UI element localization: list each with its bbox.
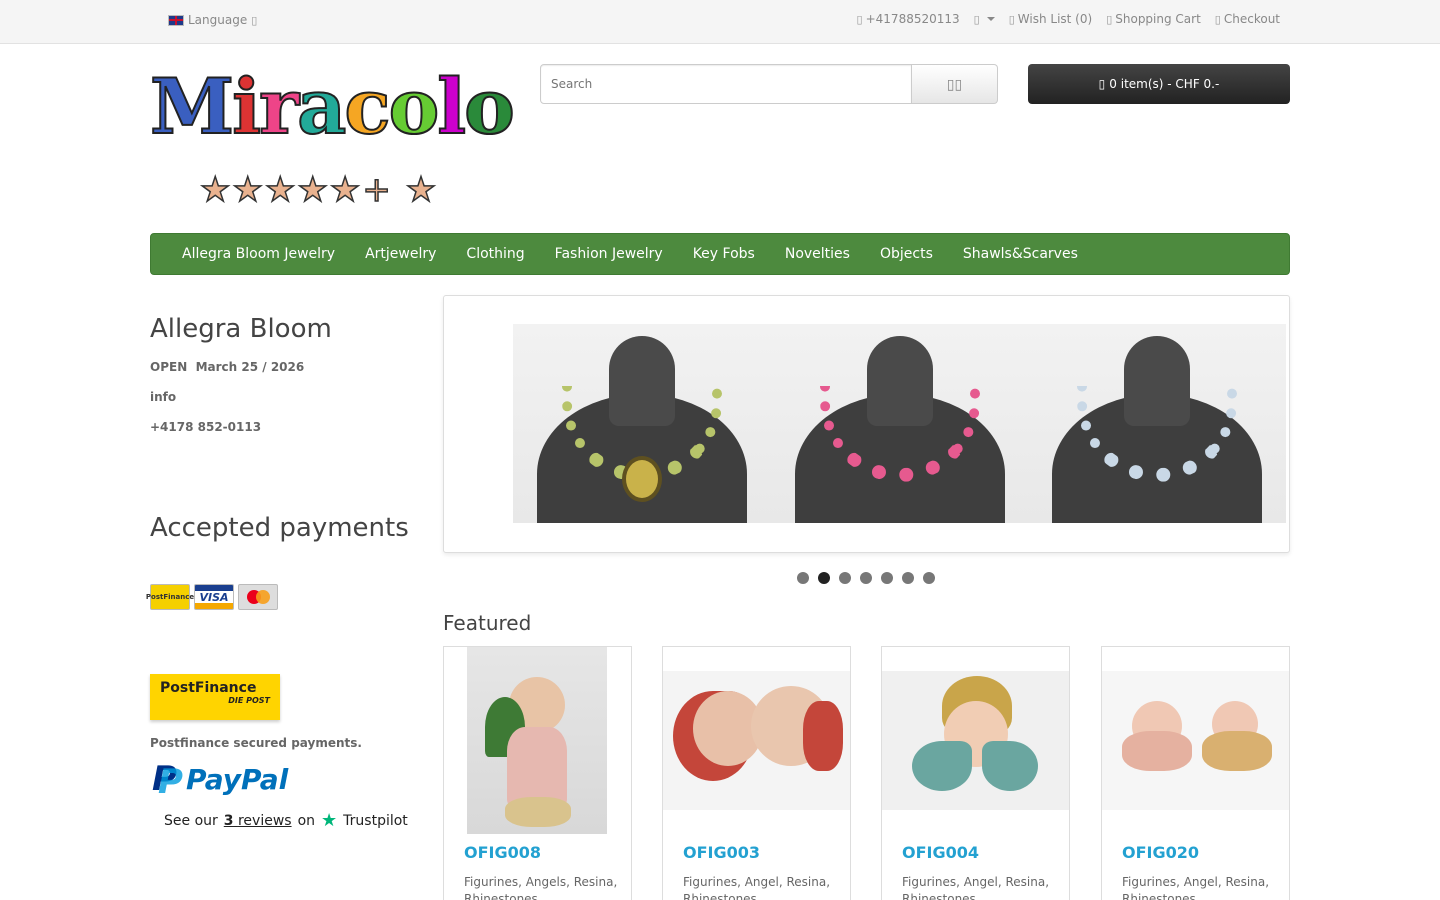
payment-cards: PostFinance VISA — [146, 584, 278, 610]
site-logo[interactable]: Miracolo ★★★★★+ ★ — [149, 61, 516, 222]
featured-title: Featured — [443, 611, 532, 635]
slider-dot[interactable] — [881, 572, 893, 584]
uk-flag-icon — [168, 14, 184, 26]
postfinance-logo-text: PostFinance — [160, 680, 257, 696]
top-nav: ▯ +41788520113 ▯ ▯ Wish List (0) ▯ Shopp… — [857, 12, 1280, 26]
account-dropdown[interactable]: ▯ — [974, 12, 995, 26]
search-input[interactable] — [540, 64, 912, 104]
slide-necklace-flowers — [770, 324, 1029, 523]
menu-item-artjewelry[interactable]: Artjewelry — [350, 246, 451, 262]
slider-dot-active[interactable] — [818, 572, 830, 584]
checkout-link[interactable]: ▯ Checkout — [1215, 12, 1280, 26]
slide-necklace-green — [513, 324, 771, 523]
store-phone: +4178 852-0113 — [150, 420, 262, 434]
postfinance-note: Postfinance secured payments. — [150, 736, 362, 750]
slider-dot[interactable] — [797, 572, 809, 584]
visa-card-icon: VISA — [194, 584, 234, 610]
top-bar: Language ▯ ▯ +41788520113 ▯ ▯ Wish List … — [0, 0, 1440, 44]
product-desc: Figurines, Angel, Resina, Rhinestones — [902, 875, 1050, 900]
menu-item-allegra-bloom-jewelry[interactable]: Allegra Bloom Jewelry — [167, 246, 350, 262]
slider-dot[interactable] — [923, 572, 935, 584]
paypal-icon: PP — [152, 759, 183, 802]
slider-images — [513, 324, 1287, 523]
menu-item-fashion-jewelry[interactable]: Fashion Jewelry — [540, 246, 678, 262]
product-image[interactable] — [467, 647, 607, 834]
postfinance-logo[interactable]: PostFinance DIE POST — [150, 674, 280, 720]
chevron-down-icon: ▯ — [251, 13, 258, 27]
product-image[interactable] — [1102, 671, 1289, 810]
trustpilot-reviews-link[interactable]: 3 reviews — [224, 813, 292, 829]
postfinance-card-icon: PostFinance — [146, 584, 194, 610]
product-card[interactable]: OFIG008 Figurines, Angels, Resina, Rhine… — [443, 646, 632, 900]
search-button[interactable]: ▯▯ — [912, 64, 998, 104]
open-date: OPEN March 25 / 2026 — [150, 360, 305, 374]
slider-dot[interactable] — [902, 572, 914, 584]
shopping-cart-label: Shopping Cart — [1115, 12, 1201, 26]
menu-item-novelties[interactable]: Novelties — [770, 246, 865, 262]
product-card[interactable]: OFIG020 Figurines, Angel, Resina, Rhines… — [1101, 646, 1290, 900]
store-title: Allegra Bloom — [150, 314, 332, 344]
logo-wordmark: Miracolo — [149, 61, 516, 152]
wishlist-link[interactable]: ▯ Wish List (0) — [1009, 12, 1092, 26]
image-slider[interactable] — [443, 295, 1290, 553]
phone-number: +41788520113 — [865, 12, 960, 26]
product-code[interactable]: OFIG004 — [902, 843, 979, 862]
payments-title: Accepted payments — [150, 513, 409, 543]
wishlist-label: Wish List (0) — [1017, 12, 1093, 26]
product-card[interactable]: OFIG003 Figurines, Angel, Resina, Rhines… — [662, 646, 851, 900]
slide-necklace-crystal — [1028, 324, 1287, 523]
trustpilot-brand: Trustpilot — [343, 812, 408, 829]
user-icon: ▯ — [973, 12, 980, 26]
cart-button[interactable]: ▯ 0 item(s) - CHF 0.- — [1028, 64, 1290, 104]
trustpilot-on: on — [297, 812, 316, 829]
product-image[interactable] — [663, 671, 850, 810]
heart-icon: ▯ — [1008, 12, 1015, 26]
info-link[interactable]: info — [150, 388, 420, 406]
product-code[interactable]: OFIG008 — [464, 843, 541, 862]
product-card[interactable]: OFIG004 Figurines, Angel, Resina, Rhines… — [881, 646, 1070, 900]
phone-icon: ▯ — [856, 12, 863, 26]
postfinance-logo-sub: DIE POST — [228, 696, 270, 705]
cart-icon: ▯ — [1098, 77, 1106, 91]
menu-item-objects[interactable]: Objects — [865, 246, 948, 262]
product-desc: Figurines, Angel, Resina, Rhinestones — [1122, 875, 1270, 900]
trustpilot-widget[interactable]: See our 3 reviews on ★ Trustpilot — [164, 810, 408, 831]
language-selector[interactable]: Language ▯ — [168, 13, 257, 27]
product-code[interactable]: OFIG003 — [683, 843, 760, 862]
menu-item-key-fobs[interactable]: Key Fobs — [678, 246, 770, 262]
trustpilot-star-icon: ★ — [321, 810, 338, 831]
slider-dot[interactable] — [860, 572, 872, 584]
menu-item-shawls-scarves[interactable]: Shawls&Scarves — [948, 246, 1093, 262]
shopping-cart-link[interactable]: ▯ Shopping Cart — [1106, 12, 1201, 26]
language-label: Language — [188, 13, 248, 27]
phone-link[interactable]: ▯ +41788520113 — [857, 12, 960, 26]
paypal-wordmark: PayPal — [186, 762, 289, 796]
product-image[interactable] — [882, 671, 1069, 810]
share-icon: ▯ — [1214, 12, 1221, 26]
store-info: Allegra Bloom OPEN March 25 / 2026 info … — [150, 314, 420, 436]
cart-summary: 0 item(s) - CHF 0.- — [1109, 77, 1220, 91]
menu-item-clothing[interactable]: Clothing — [451, 246, 539, 262]
cart-icon: ▯ — [1106, 12, 1113, 26]
slider-pagination — [797, 572, 935, 584]
search-icon: ▯▯ — [946, 75, 963, 92]
paypal-logo[interactable]: PP PayPal — [152, 759, 289, 802]
product-desc: Figurines, Angel, Resina, Rhinestones — [683, 875, 831, 900]
mastercard-icon — [238, 584, 278, 610]
main-menu: Allegra Bloom Jewelry Artjewelry Clothin… — [150, 233, 1290, 275]
trustpilot-prefix: See our — [164, 812, 218, 829]
product-desc: Figurines, Angels, Resina, Rhinestones — [464, 875, 618, 900]
checkout-label: Checkout — [1223, 12, 1280, 26]
star-rating-decoration: ★★★★★+ ★ — [199, 169, 439, 211]
search-bar: ▯▯ — [540, 64, 998, 104]
caret-down-icon — [986, 17, 995, 21]
product-code[interactable]: OFIG020 — [1122, 843, 1199, 862]
slider-dot[interactable] — [839, 572, 851, 584]
